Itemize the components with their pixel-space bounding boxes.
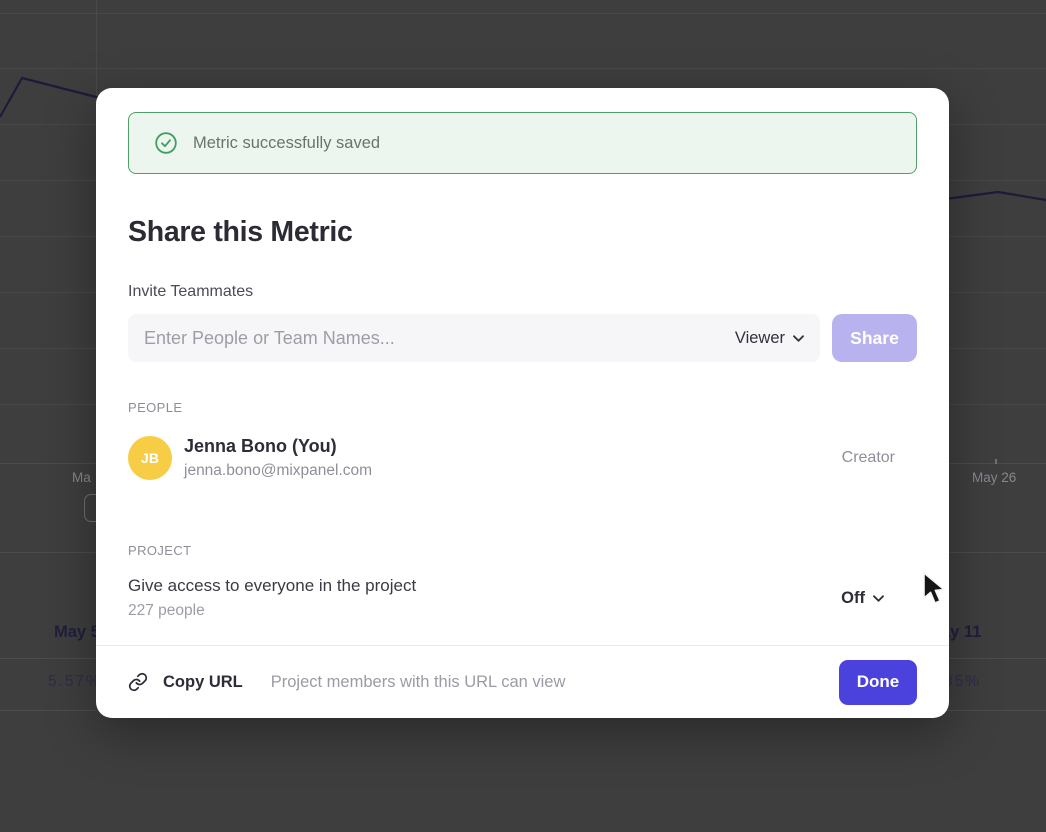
project-access-row: Give access to everyone in the project 2…	[128, 576, 917, 620]
chevron-down-icon	[793, 335, 804, 342]
axis-tick	[995, 459, 997, 464]
person-email: jenna.bono@mixpanel.com	[184, 462, 372, 480]
copy-url-button[interactable]: Copy URL	[128, 672, 243, 692]
table-value-cell: 5.57%	[48, 673, 102, 691]
chevron-down-icon	[873, 595, 884, 602]
avatar: JB	[128, 436, 172, 480]
project-access-dropdown[interactable]: Off	[841, 589, 884, 608]
modal-footer: Copy URL Project members with this URL c…	[96, 645, 949, 718]
success-banner-text: Metric successfully saved	[193, 134, 380, 153]
invite-row: Viewer Share	[128, 314, 917, 362]
x-axis-label-left: Ma	[72, 470, 91, 485]
person-role: Creator	[842, 449, 895, 467]
people-section-label: PEOPLE	[128, 400, 917, 415]
footer-helper-text: Project members with this URL can view	[271, 673, 566, 692]
share-metric-modal: Metric successfully saved Share this Met…	[96, 88, 949, 718]
person-info: Jenna Bono (You) jenna.bono@mixpanel.com	[184, 436, 372, 480]
person-row: JB Jenna Bono (You) jenna.bono@mixpanel.…	[128, 436, 917, 480]
modal-title: Share this Metric	[128, 216, 917, 249]
success-banner: Metric successfully saved	[128, 112, 917, 174]
project-access-subtitle: 227 people	[128, 602, 416, 620]
x-axis-label-right: May 26	[972, 470, 1016, 485]
role-dropdown-label: Viewer	[735, 329, 785, 348]
gridline	[0, 68, 1046, 69]
copy-url-label: Copy URL	[163, 673, 243, 692]
invite-teammates-label: Invite Teammates	[128, 283, 917, 301]
role-dropdown[interactable]: Viewer	[735, 329, 804, 348]
share-button[interactable]: Share	[832, 314, 917, 362]
gridline	[0, 13, 1046, 14]
link-icon	[128, 672, 148, 692]
project-access-dropdown-label: Off	[841, 589, 865, 608]
table-header-cell: May 5	[54, 623, 100, 642]
table-value-cell: 35%	[944, 673, 981, 691]
project-access-text: Give access to everyone in the project 2…	[128, 576, 416, 620]
person-name: Jenna Bono (You)	[184, 436, 372, 457]
done-button[interactable]: Done	[839, 660, 917, 705]
invite-input[interactable]	[144, 328, 735, 349]
invite-input-wrap: Viewer	[128, 314, 820, 362]
project-section-label: PROJECT	[128, 543, 917, 558]
project-access-title: Give access to everyone in the project	[128, 576, 416, 596]
check-circle-icon	[155, 132, 177, 154]
